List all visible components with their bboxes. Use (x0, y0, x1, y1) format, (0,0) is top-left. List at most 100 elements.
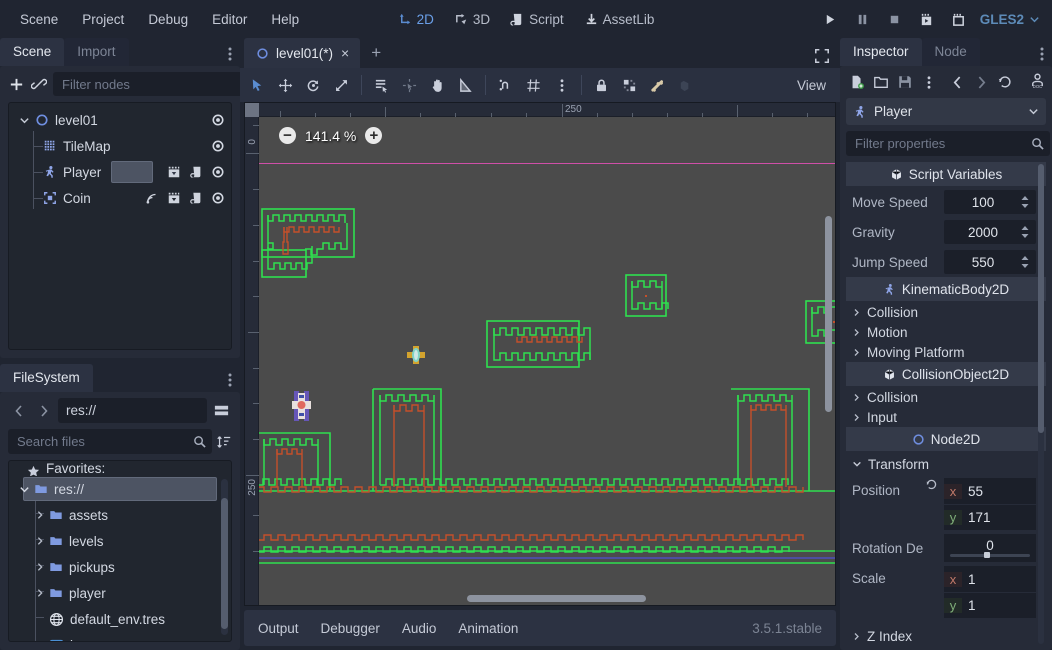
tab-node[interactable]: Node (922, 38, 980, 66)
mode-3d-button[interactable]: 3D (445, 8, 499, 31)
inspector-property-jump-speed[interactable]: Jump Speed 550 (846, 247, 1046, 277)
filter-nodes-input[interactable] (62, 77, 238, 92)
rotation-slider-track[interactable] (950, 554, 1030, 557)
position-y-row[interactable]: y 171 (944, 504, 1036, 530)
tab-import[interactable]: Import (64, 38, 128, 66)
distraction-free-button[interactable] (814, 38, 840, 68)
filesystem-dock-menu-button[interactable] (228, 364, 240, 392)
filesystem-item-favorites[interactable]: Favorites: (9, 461, 231, 476)
animation-player-icon[interactable] (167, 165, 181, 179)
spinner-icon[interactable] (1020, 195, 1030, 209)
canvas-viewport[interactable]: 250 0 (244, 102, 836, 606)
chevron-right-icon[interactable] (852, 308, 861, 317)
select-mode-tool[interactable] (244, 72, 271, 98)
inspector-dock-menu-button[interactable] (1040, 38, 1052, 66)
position-revert-button[interactable] (925, 478, 938, 491)
filesystem-item-levels[interactable]: levels (9, 528, 231, 554)
inspector-property-position[interactable]: Position x 55 y 171 (846, 478, 1046, 530)
list-select-tool[interactable] (368, 72, 395, 98)
ruler-mode-tool[interactable] (396, 72, 423, 98)
save-resource-button[interactable] (894, 71, 916, 93)
new-scene-tab-button[interactable]: + (360, 38, 392, 68)
inspector-property-scale[interactable]: Scale x 1 y 1 (846, 566, 1046, 618)
script-icon[interactable] (189, 165, 203, 179)
menu-editor[interactable]: Editor (200, 8, 259, 31)
filter-properties-wrapper[interactable] (846, 131, 1050, 156)
inspector-property-rotation[interactable]: Rotation De 0 (846, 534, 1046, 562)
menu-project[interactable]: Project (70, 8, 136, 31)
chevron-down-icon[interactable] (19, 484, 30, 495)
mode-assetlib-button[interactable]: AssetLib (575, 8, 664, 31)
inspector-category-collisionobject2d[interactable]: CollisionObject2D (846, 362, 1046, 386)
mode-2d-button[interactable]: 2D (389, 8, 443, 31)
chevron-down-icon[interactable] (19, 115, 30, 126)
filesystem-item-res-root[interactable]: res:// (9, 476, 231, 502)
resource-extra-menu[interactable] (918, 71, 940, 93)
filesystem-item-assets[interactable]: assets (9, 502, 231, 528)
scale-x-row[interactable]: x 1 (944, 566, 1036, 592)
script-icon[interactable] (189, 191, 203, 205)
open-docs-button[interactable]: DOC (1029, 72, 1046, 89)
filesystem-tree[interactable]: Favorites: res:// (8, 460, 232, 642)
scale-mode-tool[interactable] (328, 72, 355, 98)
inspector-section-z-index[interactable]: Z Index (846, 626, 1046, 646)
zoom-out-button[interactable]: − (279, 127, 296, 144)
filesystem-sort-button[interactable] (216, 431, 232, 453)
ruler-corner[interactable] (245, 103, 259, 117)
canvas-horizontal-scrollbar[interactable] (261, 595, 819, 602)
inspector-category-script-variables[interactable]: Script Variables (846, 162, 1046, 186)
coin-sprite[interactable] (405, 344, 427, 366)
scale-y-row[interactable]: y 1 (944, 592, 1036, 618)
tab-inspector[interactable]: Inspector (840, 38, 922, 66)
skeleton-tool[interactable] (644, 72, 671, 98)
visibility-eye-icon[interactable] (211, 165, 225, 179)
inspector-property-move-speed[interactable]: Move Speed 100 (846, 187, 1046, 217)
view-menu-button[interactable]: View (787, 72, 836, 98)
chevron-right-icon[interactable] (852, 328, 861, 337)
filter-nodes-input-wrapper[interactable] (53, 72, 261, 96)
inspector-scrollbar[interactable] (1038, 164, 1044, 644)
play-button[interactable] (820, 8, 842, 30)
play-custom-scene-button[interactable] (948, 8, 970, 30)
spinner-icon[interactable] (1020, 255, 1030, 269)
scene-tree-item-player[interactable]: Player (9, 159, 231, 185)
scene-dock-menu-button[interactable] (228, 38, 240, 66)
inspected-object-selector[interactable]: Player (846, 98, 1046, 125)
bottom-panel-audio[interactable]: Audio (402, 621, 437, 636)
chevron-right-icon[interactable] (35, 588, 45, 598)
rotate-mode-tool[interactable] (300, 72, 327, 98)
renderer-selector[interactable]: GLES2 (980, 12, 1040, 27)
new-resource-button[interactable] (846, 71, 868, 93)
bottom-panel-output[interactable]: Output (258, 621, 299, 636)
inspector-section-transform[interactable]: Transform (846, 452, 1046, 476)
filesystem-forward-button[interactable] (33, 400, 55, 422)
history-prev-button[interactable] (946, 71, 968, 93)
filesystem-item-default-env[interactable]: default_env.tres (9, 606, 231, 632)
close-icon[interactable]: × (340, 46, 350, 60)
inspector-properties-list[interactable]: Script Variables Move Speed 100 Gravity … (846, 162, 1046, 646)
inspector-section-input[interactable]: Input (846, 407, 1046, 427)
filesystem-path-field[interactable]: res:// (58, 398, 207, 423)
menu-help[interactable]: Help (259, 8, 311, 31)
gravity-field[interactable]: 2000 (944, 220, 1036, 244)
pause-button[interactable] (852, 8, 874, 30)
rotation-slider-knob[interactable] (984, 552, 990, 558)
mode-script-button[interactable]: Script (501, 8, 573, 31)
canvas-vertical-scrollbar[interactable] (825, 123, 832, 589)
group-tool[interactable] (616, 72, 643, 98)
zoom-in-button[interactable]: + (365, 127, 382, 144)
move-speed-field[interactable]: 100 (944, 190, 1036, 214)
filesystem-item-icon-png[interactable]: icon.png (9, 632, 231, 642)
position-vector-field[interactable]: x 55 y 171 (944, 478, 1036, 530)
lock-tool[interactable] (588, 72, 615, 98)
inspector-category-kinematicbody2d[interactable]: KinematicBody2D (846, 277, 1046, 301)
bottom-panel-debugger[interactable]: Debugger (321, 621, 380, 636)
history-button[interactable] (994, 71, 1016, 93)
chevron-right-icon[interactable] (852, 632, 861, 641)
visibility-eye-icon[interactable] (211, 139, 225, 153)
filter-properties-input[interactable] (855, 136, 1031, 151)
add-node-button[interactable] (8, 73, 25, 95)
scene-tree-item-tilemap[interactable]: TileMap (9, 133, 231, 159)
chevron-right-icon[interactable] (852, 348, 861, 357)
filesystem-split-mode-button[interactable] (210, 400, 232, 422)
